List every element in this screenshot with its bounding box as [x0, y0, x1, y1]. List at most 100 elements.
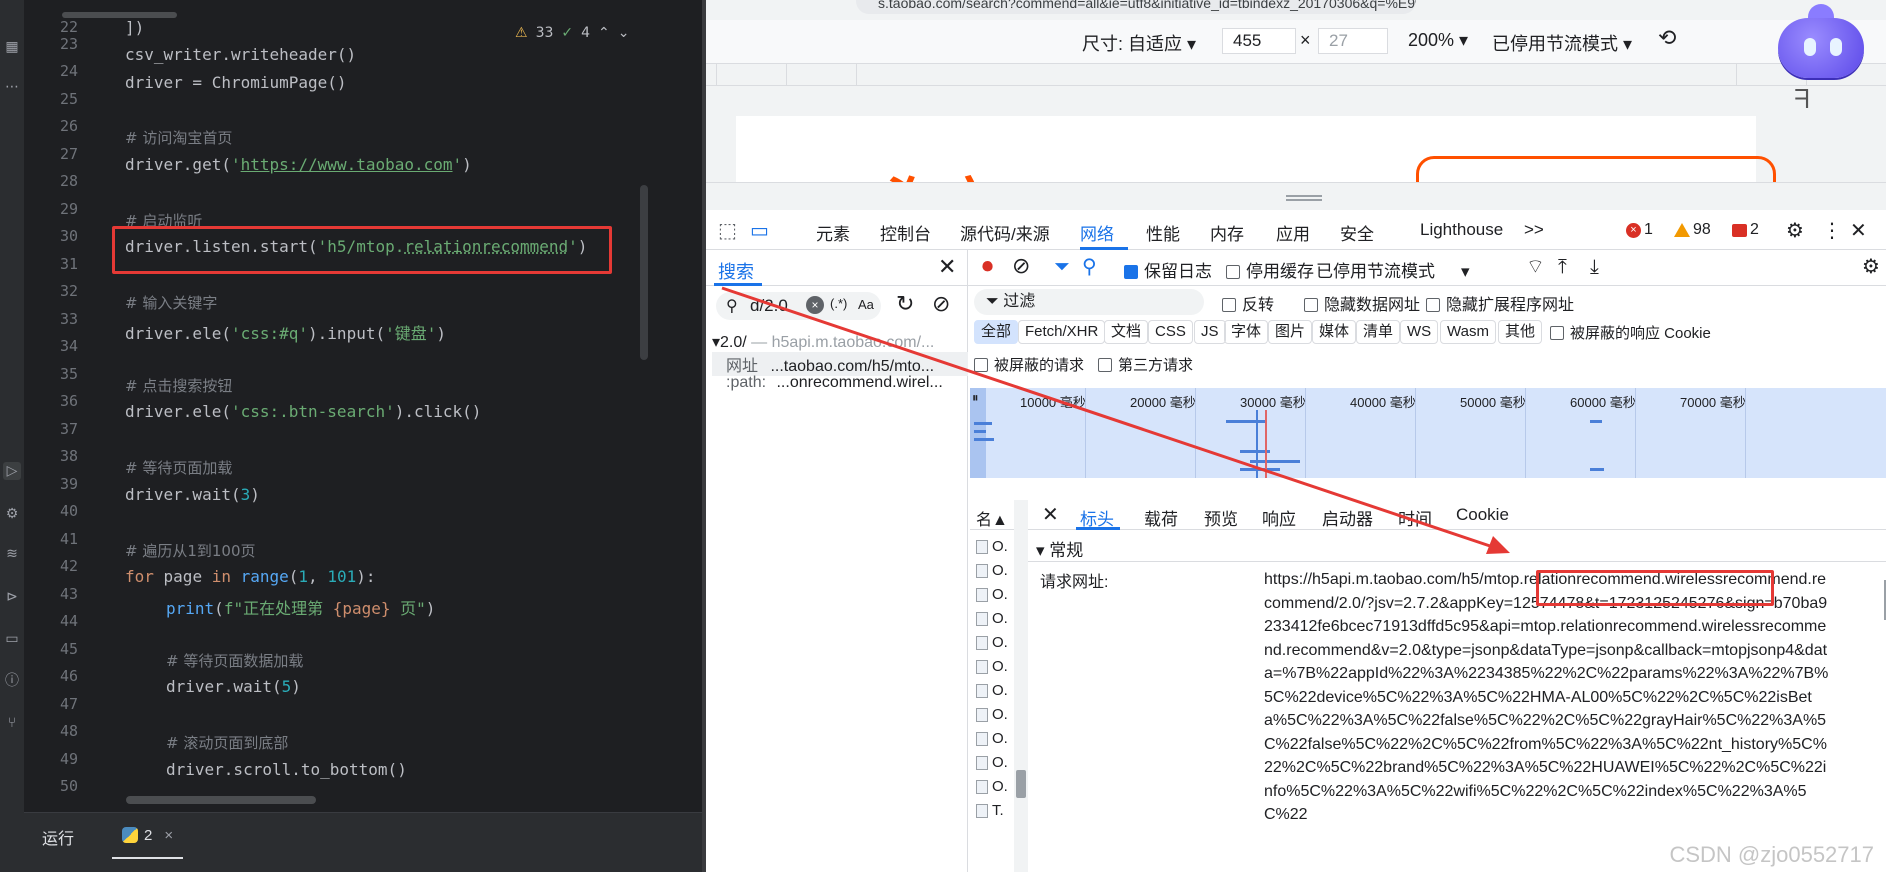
type-font[interactable]: 字体	[1224, 320, 1269, 344]
disable-cache-checkbox[interactable]: 停用缓存	[1226, 257, 1314, 282]
clear-search-icon[interactable]: ×	[806, 296, 824, 314]
throttling-select[interactable]: 已停用节流模式 ▾	[1316, 257, 1470, 282]
settings-gear-icon[interactable]: ⚙	[1786, 218, 1804, 242]
request-row[interactable]: O.	[976, 586, 1008, 603]
request-row[interactable]: O.	[976, 706, 1008, 723]
request-row[interactable]: O.	[976, 610, 1008, 627]
request-row[interactable]: O.	[976, 658, 1008, 675]
type-media[interactable]: 媒体	[1312, 320, 1357, 344]
network-overview[interactable]: ⏸ 10000 毫秒 20000 毫秒 30000 毫秒 40000 毫秒 50…	[970, 388, 1886, 478]
problems-icon[interactable]: ⓘ	[3, 672, 21, 690]
request-row[interactable]: T.	[976, 802, 1004, 819]
request-row[interactable]: O.	[976, 754, 1008, 771]
editor-vertical-scrollbar[interactable]	[640, 185, 648, 360]
general-section-header[interactable]: ▾ 常规	[1028, 530, 1886, 562]
refresh-icon[interactable]: ↻	[896, 292, 914, 317]
tab-network[interactable]: 网络	[1080, 220, 1114, 245]
export-har-icon[interactable]: ⤓	[1590, 254, 1599, 278]
third-party-checkbox[interactable]: 第三方请求	[1098, 354, 1193, 375]
services-icon[interactable]: ⊳	[3, 588, 21, 606]
issues-badge[interactable]: 2	[1732, 221, 1759, 239]
request-row[interactable]: O.	[976, 538, 1008, 555]
search-input[interactable]	[716, 292, 881, 320]
dimensions-select[interactable]: 尺寸: 自适应 ▾	[1082, 30, 1196, 56]
type-other[interactable]: 其他	[1498, 320, 1543, 344]
type-css[interactable]: CSS	[1148, 320, 1193, 344]
error-badge[interactable]: × 1	[1626, 221, 1653, 239]
invert-checkbox[interactable]: 反转	[1222, 291, 1274, 315]
tab-memory[interactable]: 内存	[1210, 220, 1244, 245]
network-conditions-icon[interactable]: ⌔	[1526, 254, 1545, 279]
request-list-scrollbar[interactable]	[1014, 500, 1028, 872]
run-tab[interactable]: 2 ×	[112, 813, 184, 859]
devtools-splitter[interactable]	[706, 182, 1886, 210]
code-editor[interactable]: ]) csv_writer.writeheader() driver = Chr…	[86, 0, 646, 800]
preserve-log-checkbox[interactable]: 保留日志	[1124, 257, 1212, 282]
url-field[interactable]: s.taobao.com/search?commend=all&ie=utf8&…	[856, 0, 1416, 14]
terminal-icon[interactable]: ▭	[3, 630, 21, 648]
zoom-select[interactable]: 200% ▾	[1408, 30, 1468, 51]
match-case-toggle[interactable]: Aa	[858, 297, 874, 312]
run-icon[interactable]: ▷	[3, 462, 21, 480]
more-tabs-button[interactable]: >>	[1524, 220, 1544, 240]
request-url-value[interactable]: https://h5api.m.taobao.com/h5/mtop.relat…	[1264, 568, 1832, 827]
filter-icon[interactable]: ⏷	[1054, 254, 1070, 278]
close-devtools-icon[interactable]: ✕	[1850, 218, 1867, 242]
editor-horizontal-scrollbar[interactable]	[126, 796, 316, 804]
close-detail-icon[interactable]: ✕	[1042, 502, 1059, 526]
more-icon[interactable]: ⋯	[3, 78, 21, 96]
tab-lighthouse[interactable]: Lighthouse	[1420, 220, 1503, 240]
search-network-icon[interactable]: ⚲	[1082, 254, 1097, 278]
inspect-element-icon[interactable]: ⬚	[718, 218, 737, 242]
height-input[interactable]: 27	[1318, 28, 1388, 54]
tab-payload[interactable]: 载荷	[1144, 505, 1178, 530]
device-toggle-icon[interactable]: ▭	[750, 218, 769, 242]
tab-timing[interactable]: 时间	[1398, 505, 1432, 530]
hide-data-urls-checkbox[interactable]: 隐藏数据网址	[1304, 291, 1420, 315]
assistant-robot-icon[interactable]: ᖷ	[1774, 4, 1874, 114]
rotate-icon[interactable]: ⟲	[1658, 26, 1676, 51]
tab-initiator[interactable]: 启动器	[1322, 505, 1373, 530]
tab-sources[interactable]: 源代码/来源	[960, 220, 1050, 245]
tab-application[interactable]: 应用	[1276, 220, 1310, 245]
request-row[interactable]: O.	[976, 778, 1008, 795]
layers-icon[interactable]: ≋	[3, 545, 21, 563]
python-packages-icon[interactable]: ⚙	[3, 505, 21, 523]
type-manifest[interactable]: 清单	[1356, 320, 1401, 344]
blocked-requests-checkbox[interactable]: 被屏蔽的请求	[974, 354, 1084, 375]
blocked-cookies-checkbox[interactable]: 被屏蔽的响应 Cookie	[1550, 322, 1711, 343]
request-row[interactable]: O.	[976, 634, 1008, 651]
search-result-file[interactable]: ▾2.0/ — h5api.m.taobao.com/...	[712, 332, 968, 352]
structure-icon[interactable]: ▦	[3, 38, 21, 56]
type-js[interactable]: JS	[1194, 320, 1226, 344]
tab-preview[interactable]: 预览	[1204, 505, 1238, 530]
tab-elements[interactable]: 元素	[816, 220, 850, 245]
throttle-select[interactable]: 已停用节流模式 ▾	[1492, 30, 1632, 56]
taobao-logo[interactable]: 淘宝	[886, 160, 998, 182]
type-wasm[interactable]: Wasm	[1440, 320, 1496, 344]
width-input[interactable]: 455	[1222, 28, 1296, 54]
clear-results-icon[interactable]: ⊘	[932, 292, 950, 317]
record-icon[interactable]: ⏺	[982, 254, 993, 279]
close-search-icon[interactable]: ✕	[938, 254, 956, 280]
address-bar[interactable]: s.taobao.com/search?commend=all&ie=utf8&…	[706, 0, 1886, 20]
request-row[interactable]: O.	[976, 562, 1008, 579]
type-fetch-xhr[interactable]: Fetch/XHR	[1018, 320, 1106, 344]
git-icon[interactable]: ⑂	[3, 714, 21, 732]
type-doc[interactable]: 文档	[1104, 320, 1149, 344]
tab-response[interactable]: 响应	[1262, 505, 1296, 530]
tab-performance[interactable]: 性能	[1146, 220, 1180, 245]
search-result-path[interactable]: :path: ...onrecommend.wirel...	[712, 374, 968, 392]
close-icon[interactable]: ×	[164, 827, 173, 844]
request-row[interactable]: O.	[976, 730, 1008, 747]
regex-toggle[interactable]: (.*)	[830, 296, 847, 311]
import-har-icon[interactable]: ⤒	[1558, 254, 1567, 278]
search-result-url[interactable]: 网址 ...taobao.com/h5/mto...	[712, 352, 968, 376]
tab-security[interactable]: 安全	[1340, 220, 1374, 245]
filter-input[interactable]: ⏷ 过滤	[974, 289, 1204, 315]
kebab-menu-icon[interactable]: ⋮	[1822, 218, 1842, 242]
network-settings-icon[interactable]: ⚙	[1862, 254, 1880, 278]
request-row[interactable]: O.	[976, 682, 1008, 699]
type-img[interactable]: 图片	[1268, 320, 1313, 344]
page-viewport[interactable]: 淘宝 客服	[706, 86, 1886, 182]
